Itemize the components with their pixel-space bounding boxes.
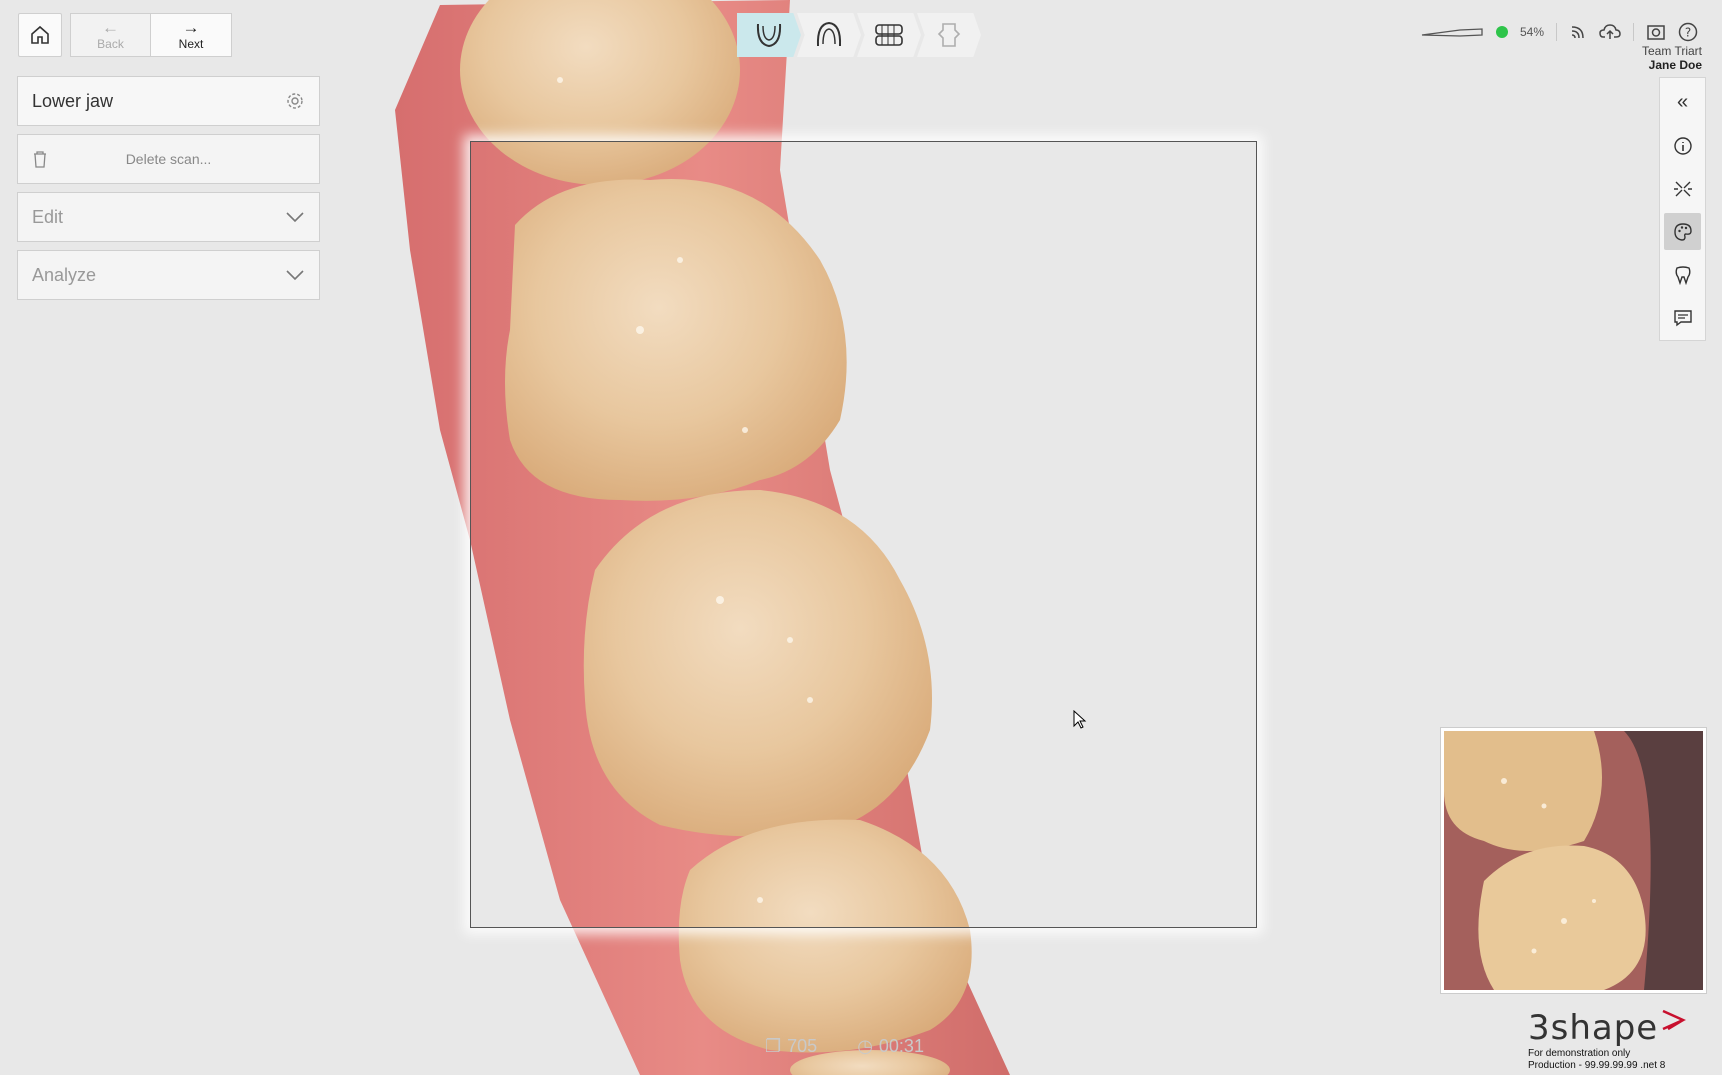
home-icon xyxy=(31,25,49,44)
tooth-icon xyxy=(1675,265,1690,285)
step-bite[interactable] xyxy=(857,13,921,57)
scan-timer: ◷ 00:31 xyxy=(857,1036,924,1056)
workflow-steps xyxy=(737,13,981,57)
delete-scan-button[interactable]: Delete scan... xyxy=(17,134,320,184)
step-upper-jaw[interactable] xyxy=(797,13,861,57)
scanner-icon xyxy=(1421,28,1483,37)
step-lower-jaw[interactable] xyxy=(737,13,801,57)
info-icon xyxy=(1673,136,1692,155)
logo-triangle-icon xyxy=(1662,1009,1687,1031)
comment-button[interactable] xyxy=(1664,299,1701,336)
color-palette-icon xyxy=(1673,222,1692,241)
arrow-left-icon: ← xyxy=(102,18,119,37)
wireless-icon[interactable] xyxy=(1569,23,1587,41)
timer-icon: ◷ xyxy=(857,1036,873,1056)
cloud-upload-icon[interactable] xyxy=(1599,23,1621,41)
team-name: Team Triart xyxy=(1641,44,1702,58)
trim-icon xyxy=(1673,181,1692,196)
images-icon: ❐ xyxy=(765,1036,782,1056)
help-icon[interactable]: ? xyxy=(1678,22,1698,42)
trim-button[interactable] xyxy=(1664,170,1701,207)
upper-jaw-icon xyxy=(816,21,842,47)
collapse-panel-button[interactable]: « xyxy=(1664,84,1701,121)
home-button[interactable] xyxy=(18,13,62,57)
analyze-dropdown[interactable]: Analyze xyxy=(17,250,320,300)
live-camera-preview xyxy=(1441,728,1706,993)
chevron-down-icon xyxy=(286,270,304,281)
mouse-cursor xyxy=(1073,710,1087,729)
gear-icon[interactable] xyxy=(285,91,305,111)
analyze-label: Analyze xyxy=(32,264,97,285)
lower-jaw-icon xyxy=(756,23,782,48)
connection-status-indicator xyxy=(1496,26,1508,38)
user-name: Jane Doe xyxy=(1648,58,1702,72)
screenshot-icon[interactable] xyxy=(1646,22,1666,42)
next-button[interactable]: → Next xyxy=(151,13,232,57)
chevron-down-icon xyxy=(286,212,304,223)
svg-text:?: ? xyxy=(1685,26,1691,40)
image-count: ❐ 705 xyxy=(765,1036,818,1056)
info-button[interactable] xyxy=(1664,127,1701,164)
right-toolbar: « xyxy=(1659,77,1706,341)
back-label: Back xyxy=(97,37,124,51)
delete-scan-label: Delete scan... xyxy=(125,151,212,167)
scan-body-icon xyxy=(937,23,961,47)
status-bar: 54% ? xyxy=(1420,18,1698,46)
edit-dropdown[interactable]: Edit xyxy=(17,192,320,242)
comment-icon xyxy=(1673,309,1692,326)
arrow-right-icon: → xyxy=(182,18,200,37)
version-info: For demonstration only Production - 99.9… xyxy=(1528,1048,1666,1071)
step-scan-body xyxy=(917,13,981,57)
jaw-label: Lower jaw xyxy=(32,90,114,111)
jaw-selector[interactable]: Lower jaw xyxy=(17,76,320,126)
collapse-icon: « xyxy=(1676,91,1689,113)
color-palette-button[interactable] xyxy=(1664,213,1701,250)
bite-icon xyxy=(875,24,903,46)
brand-logo: 3shape xyxy=(1528,1008,1687,1048)
scan-counters: ❐ 705 ◷ 00:31 xyxy=(765,1036,924,1057)
edit-label: Edit xyxy=(32,206,64,227)
battery-level: 54% xyxy=(1520,25,1545,39)
trash-icon xyxy=(34,151,46,168)
back-button[interactable]: ← Back xyxy=(70,13,151,57)
next-label: Next xyxy=(178,37,204,51)
user-info[interactable]: Team Triart Jane Doe xyxy=(1642,44,1702,72)
tooth-button[interactable] xyxy=(1664,256,1701,293)
scan-region-box xyxy=(470,141,1257,928)
